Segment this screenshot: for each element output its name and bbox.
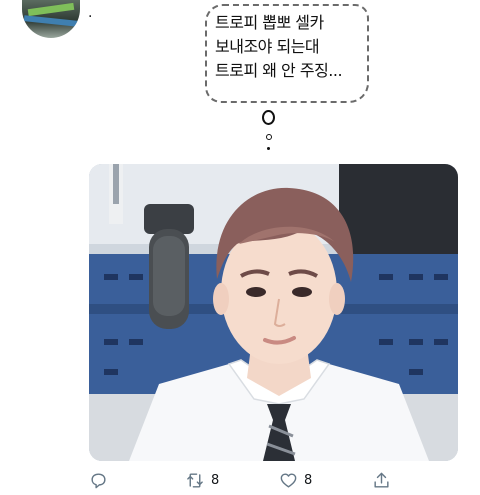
thought-line: 트로피 왜 안 주징... (215, 61, 343, 80)
like-icon (280, 472, 297, 488)
profile-avatar[interactable] (22, 0, 80, 38)
retweet-count: 8 (211, 472, 220, 488)
like-button[interactable]: 8 (279, 468, 312, 492)
tweet-menu-dot: . (88, 5, 93, 21)
thought-bubble-tail-dot (267, 147, 270, 150)
avatar-detail (23, 15, 79, 27)
share-icon (374, 472, 389, 488)
thought-bubble-tail-small (266, 134, 272, 140)
tweet-actions: 8 8 (89, 468, 458, 492)
thought-line: 트로피 뽑뽀 셀카 (215, 13, 324, 32)
retweet-button[interactable]: 8 (185, 468, 219, 492)
avatar-detail (27, 2, 75, 17)
thought-line: 보내조야 되는대 (215, 37, 320, 56)
reply-button[interactable] (89, 468, 114, 492)
thought-bubble-tail-large (262, 110, 275, 125)
retweet-icon (187, 472, 203, 488)
share-button[interactable] (372, 468, 391, 492)
tweet-photo[interactable] (89, 164, 458, 461)
like-count: 8 (304, 472, 313, 488)
thought-bubble: 트로피 뽑뽀 셀카 보내조야 되는대 트로피 왜 안 주징... (205, 4, 369, 103)
reply-icon (91, 472, 106, 488)
photo-illustration (89, 164, 458, 461)
